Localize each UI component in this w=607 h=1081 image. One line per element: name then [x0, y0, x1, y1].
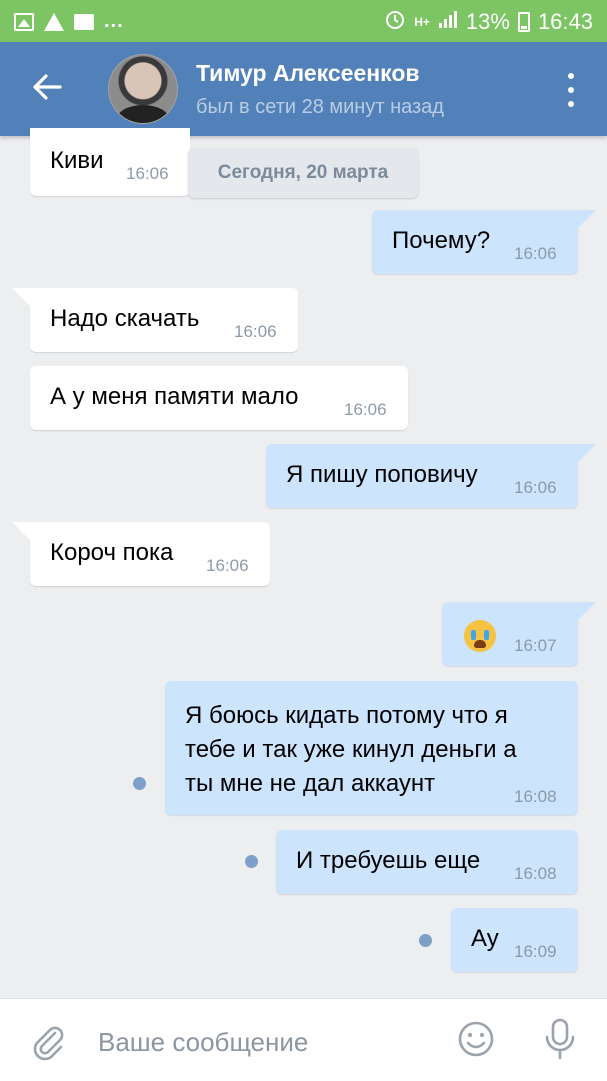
date-divider: Сегодня, 20 марта — [188, 148, 418, 198]
battery-icon — [517, 12, 530, 32]
message-bubble-outgoing[interactable]: И требуешь еще 16:08 — [276, 830, 578, 894]
message-time: 16:06 — [514, 244, 557, 263]
message-text: тебе и так уже кинул деньги а — [185, 736, 517, 763]
message-bubble-outgoing[interactable]: Я пишу поповичу 16:06 — [266, 444, 596, 508]
message-time: 16:06 — [234, 322, 277, 341]
contact-status: был в сети 28 минут назад — [196, 96, 444, 118]
alarm-icon — [384, 8, 406, 36]
message-text: Киви — [50, 147, 104, 174]
clock: 16:43 — [537, 9, 593, 34]
chat-header: Тимур Алексеенков был в сети 28 минут на… — [0, 42, 607, 136]
message-bubble-outgoing[interactable]: Я боюсь кидать потому что я тебе и так у… — [165, 681, 578, 815]
arrow-left-icon — [33, 74, 62, 100]
message-time: 16:09 — [514, 942, 557, 961]
message-text: И требуешь еще — [296, 847, 481, 874]
unread-dot — [133, 777, 146, 790]
unread-dot — [245, 855, 258, 868]
status-bar: ... H+ 13% 16:43 — [0, 0, 607, 42]
message-time: 16:07 — [514, 636, 557, 655]
message-composer — [0, 998, 607, 1081]
contact-name[interactable]: Тимур Алексеенков — [196, 60, 420, 87]
message-time: 16:06 — [514, 478, 557, 497]
message-bubble-outgoing[interactable]: 16:07 — [442, 602, 596, 666]
more-menu-button[interactable] — [561, 70, 581, 110]
back-button[interactable] — [30, 70, 70, 110]
warning-icon — [44, 12, 64, 31]
smile-icon[interactable] — [456, 1019, 496, 1059]
message-time: 16:06 — [344, 400, 387, 419]
unread-dot — [419, 934, 432, 947]
message-text: А у меня памяти мало — [50, 383, 299, 410]
network-type: H+ — [414, 15, 430, 29]
message-text: Ау — [471, 925, 499, 952]
message-text: ты мне не дал аккаунт — [185, 770, 436, 797]
message-bubble-outgoing[interactable]: Ау 16:09 — [451, 908, 578, 972]
chat-icon — [74, 13, 94, 30]
message-time: 16:06 — [126, 164, 169, 183]
paperclip-icon[interactable] — [28, 1021, 68, 1061]
message-bubble-incoming[interactable]: Короч пока 16:06 — [12, 522, 270, 586]
more-notifications-icon: ... — [104, 10, 124, 32]
message-bubble-incoming[interactable]: Киви 16:06 — [30, 128, 190, 196]
message-text: Надо скачать — [50, 305, 200, 332]
battery-percent: 13% — [465, 9, 510, 34]
avatar[interactable] — [108, 54, 178, 124]
message-text: Я пишу поповичу — [286, 461, 478, 488]
message-time: 16:08 — [514, 787, 557, 806]
message-text: Короч пока — [50, 539, 174, 566]
message-text: Почему? — [392, 227, 491, 254]
message-bubble-incoming[interactable]: А у меня памяти мало 16:06 — [30, 366, 408, 430]
message-bubble-outgoing[interactable]: Почему? 16:06 — [372, 210, 596, 274]
message-time: 16:06 — [206, 556, 249, 575]
microphone-icon[interactable] — [540, 1017, 580, 1061]
message-bubble-incoming[interactable]: Надо скачать 16:06 — [12, 288, 298, 352]
crying-face-icon — [464, 620, 496, 652]
message-input[interactable] — [96, 1019, 430, 1065]
signal-icon — [438, 9, 458, 35]
image-icon — [14, 12, 34, 31]
message-text: Я боюсь кидать потому что я — [185, 702, 508, 729]
message-time: 16:08 — [514, 864, 557, 883]
